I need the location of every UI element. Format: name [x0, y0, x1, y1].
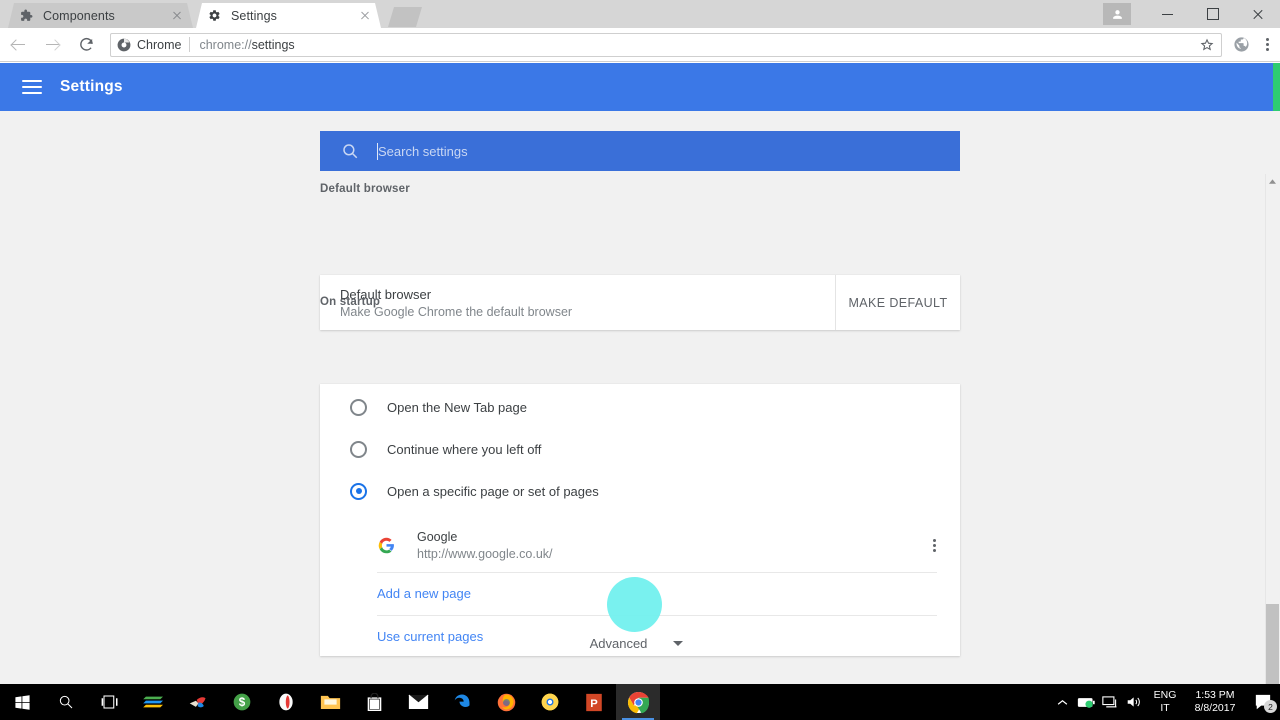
- notification-count-badge: 2: [1264, 700, 1277, 713]
- url-text: chrome://settings: [199, 38, 294, 52]
- close-icon[interactable]: [357, 8, 373, 24]
- forward-arrow-icon[interactable]: [36, 30, 68, 60]
- section-label-on-startup: On startup: [320, 296, 381, 308]
- radio-button[interactable]: [350, 440, 367, 458]
- windows-taskbar: $ P ENG IT 1:53 PM 8/8/2017 2: [0, 684, 1280, 720]
- window-controls: [1103, 0, 1280, 28]
- site-identity-chip: Chrome: [117, 38, 189, 52]
- edge-icon[interactable]: [440, 684, 484, 720]
- tab-label: Components: [43, 8, 115, 23]
- new-tab-button[interactable]: [388, 7, 422, 27]
- tab-components[interactable]: Components: [8, 3, 193, 28]
- scroll-up-arrow[interactable]: [1265, 174, 1280, 189]
- minimize-button[interactable]: [1145, 0, 1190, 28]
- firefox-icon[interactable]: [484, 684, 528, 720]
- page-title: Settings: [60, 78, 123, 95]
- language-indicator[interactable]: ENG IT: [1146, 689, 1184, 715]
- puzzle-icon: [20, 8, 35, 23]
- startup-page-title: Google: [417, 530, 458, 544]
- page-scrollbar[interactable]: [1265, 174, 1280, 692]
- start-button[interactable]: [0, 684, 44, 720]
- dollar-icon[interactable]: $: [220, 684, 264, 720]
- close-icon[interactable]: [169, 8, 185, 24]
- store-icon[interactable]: [352, 684, 396, 720]
- taskbar-items: $ P: [0, 684, 660, 720]
- clock-date: 8/8/2017: [1194, 702, 1236, 714]
- close-window-button[interactable]: [1235, 0, 1280, 28]
- url-path: settings: [251, 37, 295, 52]
- speaker-icon[interactable]: [1122, 684, 1146, 720]
- chevron-up-icon[interactable]: [1050, 684, 1074, 720]
- system-tray: ENG IT 1:53 PM 8/8/2017 2: [1050, 684, 1280, 720]
- search-taskbar-icon[interactable]: [44, 684, 88, 720]
- svg-text:$: $: [239, 696, 246, 709]
- radio-button[interactable]: [350, 398, 367, 416]
- startup-option-label: Open the New Tab page: [387, 399, 527, 415]
- address-bar[interactable]: Chrome chrome://settings: [110, 32, 1222, 57]
- startup-page-url: http://www.google.co.uk/: [417, 547, 553, 561]
- scrollbar-thumb[interactable]: [1266, 604, 1279, 692]
- startup-option-label: Open a specific page or set of pages: [387, 483, 599, 499]
- task-view-icon[interactable]: [88, 684, 132, 720]
- green-edge-strip: [1273, 63, 1280, 111]
- advanced-toggle[interactable]: Advanced: [0, 636, 1273, 651]
- url-scheme: chrome://: [199, 37, 252, 52]
- paperclip-icon[interactable]: [264, 684, 308, 720]
- settings-header: Settings: [0, 63, 1273, 111]
- browser-window: Components Settings Chrome chrome://sett…: [0, 0, 1280, 692]
- language-line-1: ENG: [1153, 689, 1177, 701]
- advanced-label: Advanced: [589, 636, 648, 651]
- chevron-down-icon: [673, 641, 684, 646]
- profile-icon[interactable]: [1103, 3, 1131, 25]
- chrome-canary-icon[interactable]: [528, 684, 572, 720]
- gear-icon: [208, 8, 223, 23]
- maximize-button[interactable]: [1190, 0, 1235, 28]
- tab-strip: Components Settings: [0, 0, 1280, 28]
- chrome-menu-icon[interactable]: [1254, 32, 1280, 58]
- divider: [377, 572, 937, 573]
- clock[interactable]: 1:53 PM 8/8/2017: [1184, 689, 1246, 715]
- battery-icon[interactable]: [1074, 684, 1098, 720]
- add-new-page-row[interactable]: Add a new page: [320, 572, 471, 615]
- back-arrow-icon[interactable]: [2, 30, 34, 60]
- google-chrome-taskbar-icon[interactable]: [616, 684, 660, 720]
- powerpoint-icon[interactable]: P: [572, 684, 616, 720]
- startup-option-label: Continue where you left off: [387, 441, 542, 457]
- omnibox-divider: [189, 37, 191, 52]
- add-new-page-link[interactable]: Add a new page: [377, 586, 471, 601]
- svg-text:P: P: [590, 697, 598, 709]
- startup-page-texts: Google http://www.google.co.uk/: [417, 530, 553, 561]
- clock-time: 1:53 PM: [1195, 689, 1235, 701]
- bookmark-star-icon[interactable]: [1199, 37, 1215, 53]
- reload-icon[interactable]: [70, 30, 102, 60]
- google-icon: [378, 537, 395, 554]
- network-icon[interactable]: [1098, 684, 1122, 720]
- browser-toolbar: Chrome chrome://settings: [0, 28, 1280, 62]
- site-identity-label: Chrome: [137, 37, 182, 52]
- startup-option-new-tab[interactable]: Open the New Tab page: [320, 386, 960, 428]
- tab-settings[interactable]: Settings: [196, 3, 381, 28]
- extension-icon[interactable]: [1228, 32, 1254, 58]
- startup-option-continue[interactable]: Continue where you left off: [320, 428, 960, 470]
- more-options-icon[interactable]: [933, 539, 936, 552]
- language-line-2: IT: [1160, 702, 1170, 714]
- tab-label: Settings: [231, 8, 277, 23]
- radio-button-selected[interactable]: [350, 482, 367, 500]
- hamburger-menu-icon[interactable]: [22, 80, 42, 94]
- click-highlight-indicator: [607, 577, 662, 632]
- startup-option-specific-page[interactable]: Open a specific page or set of pages: [320, 470, 960, 512]
- chrome-icon: [117, 38, 131, 52]
- default-browser-card: Default browser Make Google Chrome the d…: [320, 275, 960, 330]
- folder-icon[interactable]: [308, 684, 352, 720]
- action-center-icon[interactable]: 2: [1246, 684, 1280, 720]
- section-label-default-browser: Default browser: [320, 183, 410, 195]
- stripes-icon[interactable]: [132, 684, 176, 720]
- make-default-button[interactable]: MAKE DEFAULT: [836, 275, 960, 330]
- startup-page-row[interactable]: Google http://www.google.co.uk/: [320, 519, 960, 572]
- envelope-icon[interactable]: [396, 684, 440, 720]
- camtasia-icon[interactable]: [176, 684, 220, 720]
